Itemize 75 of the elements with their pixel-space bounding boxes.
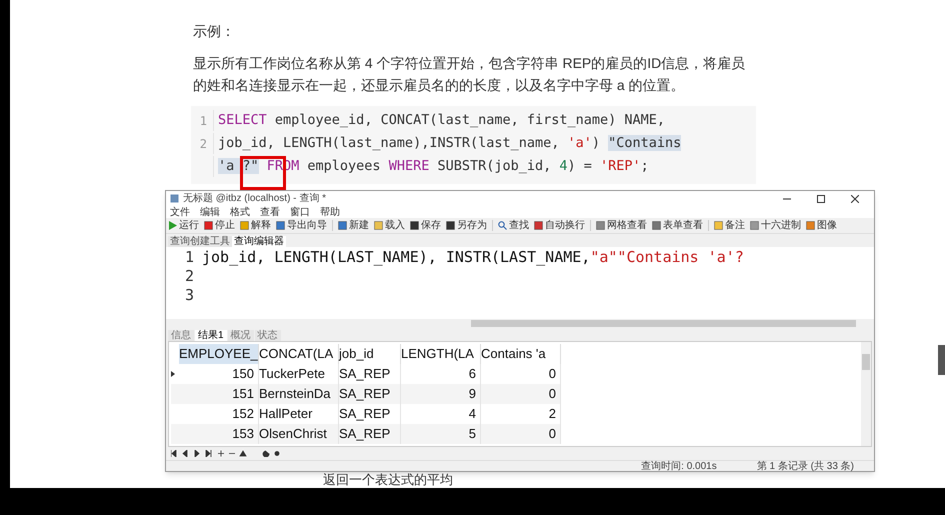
maximize-icon[interactable] (817, 194, 825, 203)
code-line: job_id, LENGTH(last_name),INSTR(last_name, 'a') "Contains (213, 133, 682, 154)
toolbar-icon (374, 221, 383, 230)
code-line: job_id, LENGTH(LAST_NAME), INSTR(LAST_NAME,"a""Contains 'a'? (202, 248, 744, 267)
toolbar-button[interactable]: 停止 (204, 220, 235, 232)
table-cell: OlsenChrist (259, 424, 339, 444)
menu-item[interactable]: 查看 (260, 207, 280, 218)
editor-tab[interactable]: 查询创建工具 (168, 236, 232, 247)
result-tab[interactable]: 信息 (168, 330, 194, 341)
result-tab[interactable]: 概况 (228, 330, 254, 341)
toolbar-button[interactable]: 载入 (374, 220, 405, 232)
menu-item[interactable]: 编辑 (200, 207, 220, 218)
table-cell: 5 (401, 424, 481, 444)
play-icon (169, 221, 177, 230)
toolbar-button[interactable]: 十六进制 (750, 220, 801, 232)
vertical-scrollbar[interactable] (861, 342, 871, 446)
toolbar-icon (446, 221, 455, 230)
toolbar-button[interactable]: 解释 (240, 220, 271, 232)
toolbar-button[interactable]: 表单查看 (652, 220, 703, 232)
table-row[interactable]: 150 TuckerPete SA_REP 6 0 (171, 364, 561, 384)
column-header[interactable]: EMPLOYEE_ (179, 344, 259, 364)
scroll-marker (938, 345, 945, 375)
line-number: 3 (184, 286, 195, 305)
line-number: 2 (200, 136, 207, 150)
line-number: 2 (184, 266, 195, 286)
toolbar-icon (806, 221, 815, 230)
toolbar-icon (596, 221, 605, 230)
toolbar-icon (204, 221, 213, 230)
search-icon (498, 221, 507, 230)
query-time: 查询时间: 0.001s (641, 460, 717, 472)
toolbar-button[interactable]: 运行 (169, 220, 199, 232)
table-cell: SA_REP (339, 424, 401, 444)
toolbar-icon (240, 221, 249, 230)
toolbar-icon (750, 221, 759, 230)
editor-tab[interactable]: 查询编辑器 (232, 236, 286, 247)
toolbar-button[interactable]: 备注 (714, 220, 745, 232)
toolbar-button[interactable]: 网格查看 (596, 220, 647, 232)
toolbar-icon (534, 221, 543, 230)
toolbar-button[interactable]: 图像 (806, 220, 837, 232)
table-cell: 153 (179, 424, 259, 444)
menu-item[interactable]: 文件 (170, 207, 190, 218)
menu-item[interactable]: 格式 (230, 207, 250, 218)
line-number: 1 (200, 114, 207, 128)
toolbar-icon (276, 221, 285, 230)
toolbar-icon (410, 221, 419, 230)
toolbar-button[interactable]: 新建 (338, 220, 369, 232)
result-tab[interactable]: 结果1 (195, 330, 227, 341)
menu-item[interactable]: 窗口 (290, 207, 310, 218)
menu-item[interactable]: 帮助 (320, 207, 340, 218)
table-row[interactable]: 153 OlsenChrist SA_REP 5 0 (171, 424, 561, 444)
horizontal-scrollbar[interactable] (166, 319, 874, 328)
toolbar-icon (714, 221, 723, 230)
table-row[interactable]: 151 BernsteinDa SA_REP 9 0 (171, 384, 561, 404)
toolbar-button[interactable]: 查找 (498, 220, 529, 232)
close-icon[interactable] (851, 194, 859, 203)
toolbar-icon (338, 221, 347, 230)
record-count: 第 1 条记录 (共 33 条) (756, 460, 854, 472)
record-navigation-icon[interactable] (171, 450, 281, 458)
toolbar-button[interactable]: 保存 (410, 220, 441, 232)
toolbar-button[interactable]: 另存为 (446, 220, 487, 232)
code-line: SELECT employee_id, CONCAT(last_name, first_name) NAME, (213, 110, 666, 131)
row-pointer-icon (171, 370, 175, 377)
table-row[interactable]: 152 HallPeter SA_REP 4 2 (171, 404, 561, 424)
line-number: 1 (184, 248, 195, 267)
app-icon (170, 194, 179, 204)
toolbar-button[interactable]: 自动换行 (534, 220, 585, 232)
footer-text: 返回一个表达式的平均 (323, 472, 453, 487)
toolbar-icon (652, 221, 661, 230)
paragraph: 显示所有工作岗位名称从第 4 个字符位置开始，包含字符串 REP的雇员的ID信息，将雇员的姓和名连接显示在一起，还显示雇员名的的长度，以及名字中字母 a 的位置。 (193, 54, 746, 95)
section-heading: 示例： (193, 22, 236, 41)
toolbar-button[interactable]: 导出向导 (276, 220, 327, 232)
sql-editor[interactable]: 1 job_id, LENGTH(LAST_NAME), INSTR(LAST_NAME,"a""Contains 'a'? 2 3 (166, 246, 874, 320)
table-cell: 0 (481, 424, 561, 444)
result-tab[interactable]: 状态 (254, 330, 281, 341)
window-title: 无标题 @itbz (localhost) - 查询 * (183, 192, 326, 205)
